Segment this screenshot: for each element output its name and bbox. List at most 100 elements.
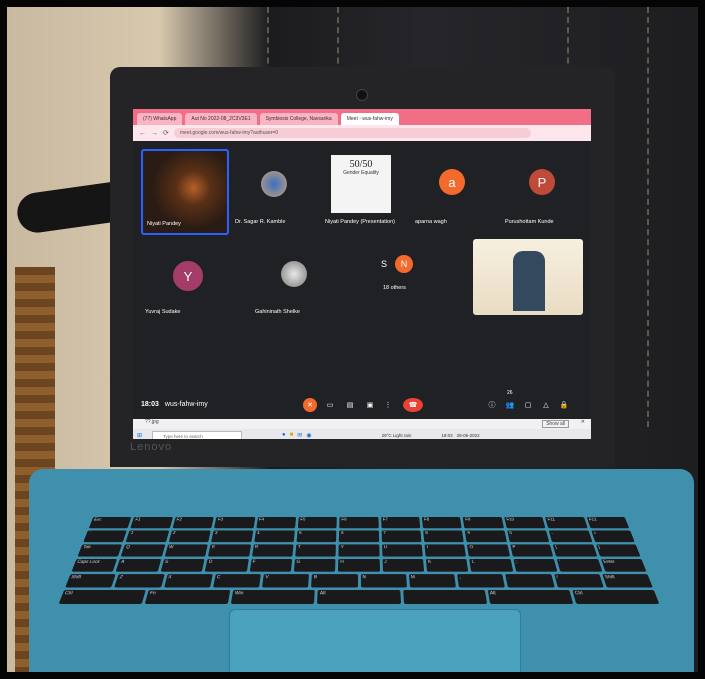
keyboard-key[interactable]: , (457, 574, 506, 588)
participant-tile[interactable]: a aparna wagh (411, 149, 495, 231)
keyboard-key[interactable]: ` (83, 530, 128, 543)
keyboard-key[interactable]: K (425, 558, 469, 572)
keyboard-key[interactable]: J (382, 558, 425, 572)
keyboard-key[interactable]: F8 (421, 516, 463, 529)
keyboard-key[interactable]: F7 (380, 516, 421, 529)
keyboard-key[interactable]: L (469, 558, 514, 572)
forward-arrow-icon[interactable]: → (151, 130, 158, 137)
participant-tile[interactable]: 50/50 Gender Equality Niyati Pandey (Pre… (321, 149, 405, 231)
keyboard-key[interactable]: M (408, 574, 456, 588)
touchpad[interactable] (229, 609, 521, 672)
people-icon[interactable]: 👥 (503, 398, 517, 412)
taskbar-search-input[interactable]: Type here to search (152, 430, 243, 439)
keyboard-key[interactable]: F3 (214, 516, 255, 529)
activities-icon[interactable]: △ (539, 398, 553, 412)
keyboard-key[interactable]: Fn (144, 589, 231, 604)
keyboard-key[interactable]: D (204, 558, 249, 572)
captions-icon[interactable]: ▤ (343, 398, 357, 412)
keyboard-key[interactable]: U (381, 544, 423, 557)
folder-icon[interactable]: ■ (290, 432, 294, 438)
chat-icon[interactable]: ▢ (521, 398, 535, 412)
more-options-icon[interactable]: ⋮ (381, 398, 395, 412)
keyboard-key[interactable]: 9 (465, 530, 507, 543)
keyboard-key[interactable]: = (590, 530, 635, 543)
keyboard-key[interactable]: O (467, 544, 510, 557)
keyboard-key[interactable]: 4 (253, 530, 295, 543)
keyboard-key[interactable]: B (311, 574, 358, 588)
keyboard-key[interactable]: Tab (77, 544, 123, 557)
keyboard-key[interactable]: - (548, 530, 593, 543)
keyboard-key[interactable]: Alt (317, 589, 401, 604)
participant-tile[interactable]: P Purushottam Kunde (501, 149, 585, 231)
keyboard-key[interactable]: / (553, 574, 604, 588)
participant-tile[interactable]: Y Yuvraj Sudake (141, 239, 225, 321)
browser-tab-active[interactable]: Meet - wus-fahw-imy (340, 113, 399, 125)
keyboard-key[interactable]: X (163, 574, 213, 588)
close-icon[interactable]: ✕ (581, 419, 585, 425)
keyboard-key[interactable]: A (115, 558, 162, 572)
show-all-button[interactable]: Show all (542, 420, 569, 428)
keyboard-key[interactable]: 7 (381, 530, 422, 543)
keyboard-key[interactable]: Caps Lock (71, 558, 118, 572)
participant-tile[interactable]: Gahininath Shelke (251, 239, 335, 321)
keyboard-key[interactable]: S (160, 558, 205, 572)
participant-tile[interactable]: S N 18 others (361, 239, 445, 321)
keyboard-key[interactable]: Q (121, 544, 166, 557)
info-icon[interactable]: ⓘ (485, 398, 499, 412)
keyboard-key[interactable]: F6 (339, 516, 379, 529)
keyboard-key[interactable]: 3 (211, 530, 253, 543)
chrome-icon[interactable]: ◉ (306, 432, 311, 439)
keyboard-key[interactable]: 5 (296, 530, 337, 543)
participant-tile[interactable]: Dr. Sagar R. Kamble (231, 149, 315, 231)
keyboard-key[interactable]: Enter (600, 558, 647, 572)
keyboard-key[interactable]: H (338, 558, 380, 572)
keyboard-key[interactable]: T (295, 544, 337, 557)
reload-icon[interactable]: ⟳ (163, 129, 169, 137)
mail-icon[interactable]: ✉ (297, 432, 302, 439)
keyboard-key[interactable]: Alt (487, 589, 574, 604)
keyboard-key[interactable]: R (251, 544, 294, 557)
keyboard-key[interactable]: 6 (339, 530, 379, 543)
keyboard-key[interactable]: F12 (586, 516, 630, 529)
keyboard-key[interactable]: F2 (172, 516, 214, 529)
keyboard-key[interactable]: ] (595, 544, 641, 557)
windows-start-icon[interactable]: ⊞ (137, 432, 142, 439)
host-controls-icon[interactable]: 🔒 (557, 398, 571, 412)
keyboard-key[interactable]: ' (556, 558, 603, 572)
keyboard-key[interactable]: Ctrl (572, 589, 660, 604)
keyboard-key[interactable] (402, 589, 487, 604)
end-call-icon[interactable]: ☎ (403, 398, 423, 412)
keyboard-key[interactable]: V (262, 574, 310, 588)
keyboard-key[interactable]: Shift (65, 574, 116, 588)
edge-icon[interactable]: ● (282, 432, 286, 438)
browser-tab[interactable]: (77) WhatsApp (137, 113, 183, 125)
keyboard-key[interactable]: C (212, 574, 261, 588)
keyboard-key[interactable]: F9 (463, 516, 504, 529)
address-input[interactable]: meet.google.com/wus-fahw-imy?authuser=0 (173, 128, 531, 138)
keyboard-key[interactable]: [ (552, 544, 597, 557)
keyboard-key[interactable]: N (360, 574, 407, 588)
back-arrow-icon[interactable]: ← (139, 130, 146, 137)
keyboard-key[interactable]: Y (338, 544, 380, 557)
keyboard-key[interactable]: F4 (255, 516, 297, 529)
download-file[interactable]: ??.jpg (145, 419, 159, 425)
participant-tile[interactable]: Niyati Pandey (141, 149, 229, 235)
keyboard-key[interactable]: 8 (423, 530, 465, 543)
mic-off-icon[interactable]: ✕ (303, 398, 317, 412)
keyboard-key[interactable]: F1 (130, 516, 173, 529)
keyboard-key[interactable]: . (505, 574, 555, 588)
keyboard-key[interactable]: F5 (297, 516, 338, 529)
keyboard-key[interactable]: ; (513, 558, 558, 572)
browser-tab[interactable]: Aut No 2022-08_2C3V3E1 (185, 113, 257, 125)
keyboard-key[interactable]: P (510, 544, 554, 557)
keyboard-key[interactable]: W (164, 544, 208, 557)
keyboard-key[interactable]: 0 (507, 530, 550, 543)
keyboard-key[interactable]: E (208, 544, 251, 557)
keyboard-key[interactable]: 1 (125, 530, 170, 543)
present-icon[interactable]: ▣ (363, 398, 377, 412)
keyboard-key[interactable]: F11 (545, 516, 588, 529)
browser-tab[interactable]: Symbiosis College, Navsarika (259, 113, 338, 125)
keyboard-key[interactable]: Z (114, 574, 165, 588)
keyboard-key[interactable]: Win (231, 589, 316, 604)
keyboard-key[interactable]: F10 (504, 516, 546, 529)
